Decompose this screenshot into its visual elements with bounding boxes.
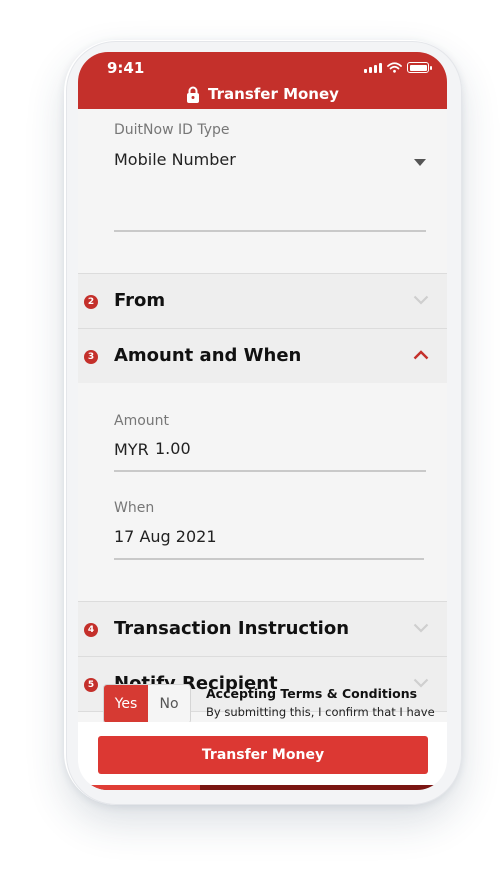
signal-icon	[364, 62, 382, 73]
when-underline	[114, 558, 424, 560]
amount-currency: MYR	[114, 440, 149, 459]
terms-yes-button[interactable]: Yes	[104, 685, 148, 723]
app-header: 9:41 Transfer Money	[78, 52, 447, 109]
section-title: Amount and When	[114, 345, 302, 366]
lock-icon	[187, 86, 200, 103]
header-title: Transfer Money	[208, 85, 339, 103]
dropdown-caret-icon[interactable]	[414, 159, 426, 166]
when-label: When	[114, 500, 155, 516]
progress-bar	[78, 785, 447, 790]
section-title: From	[114, 290, 166, 311]
header-title-row: Transfer Money	[78, 85, 447, 103]
duitnow-id-type-label: DuitNow ID Type	[114, 122, 230, 138]
chevron-up-icon	[413, 350, 429, 360]
chevron-down-icon	[413, 623, 429, 633]
amount-label: Amount	[114, 413, 170, 429]
amount-input[interactable]: 1.00	[155, 439, 191, 458]
terms-toggle: Yes No	[103, 684, 191, 724]
bottom-bar: Transfer Money	[78, 722, 447, 790]
status-time: 9:41	[107, 59, 145, 77]
chevron-down-icon	[413, 295, 429, 305]
section-transaction-instruction[interactable]: 4 Transaction Instruction	[78, 601, 447, 656]
section-number-badge: 3	[84, 350, 98, 364]
amount-underline	[114, 470, 426, 472]
section-title: Transaction Instruction	[114, 618, 350, 639]
section-number-badge: 4	[84, 623, 98, 637]
transfer-money-button[interactable]: Transfer Money	[98, 736, 428, 774]
when-date-field[interactable]: 17 Aug 2021	[114, 527, 217, 546]
wifi-icon	[387, 62, 402, 73]
terms-title: Accepting Terms & Conditions	[206, 686, 418, 701]
progress-fill	[78, 785, 200, 790]
terms-body: By submitting this, I confirm that I hav…	[206, 705, 435, 719]
duitnow-id-type-value[interactable]: Mobile Number	[114, 150, 236, 169]
app-screen: 9:41 Transfer Money DuitNow ID Type Mobi…	[78, 52, 447, 790]
section-amount-and-when[interactable]: 3 Amount and When	[78, 328, 447, 383]
duitnow-underline	[114, 230, 426, 232]
section-number-badge: 5	[84, 678, 98, 692]
section-from[interactable]: 2 From	[78, 273, 447, 328]
section-number-badge: 2	[84, 295, 98, 309]
battery-icon	[407, 62, 432, 73]
terms-no-button[interactable]: No	[148, 685, 190, 723]
status-icons	[364, 62, 432, 73]
